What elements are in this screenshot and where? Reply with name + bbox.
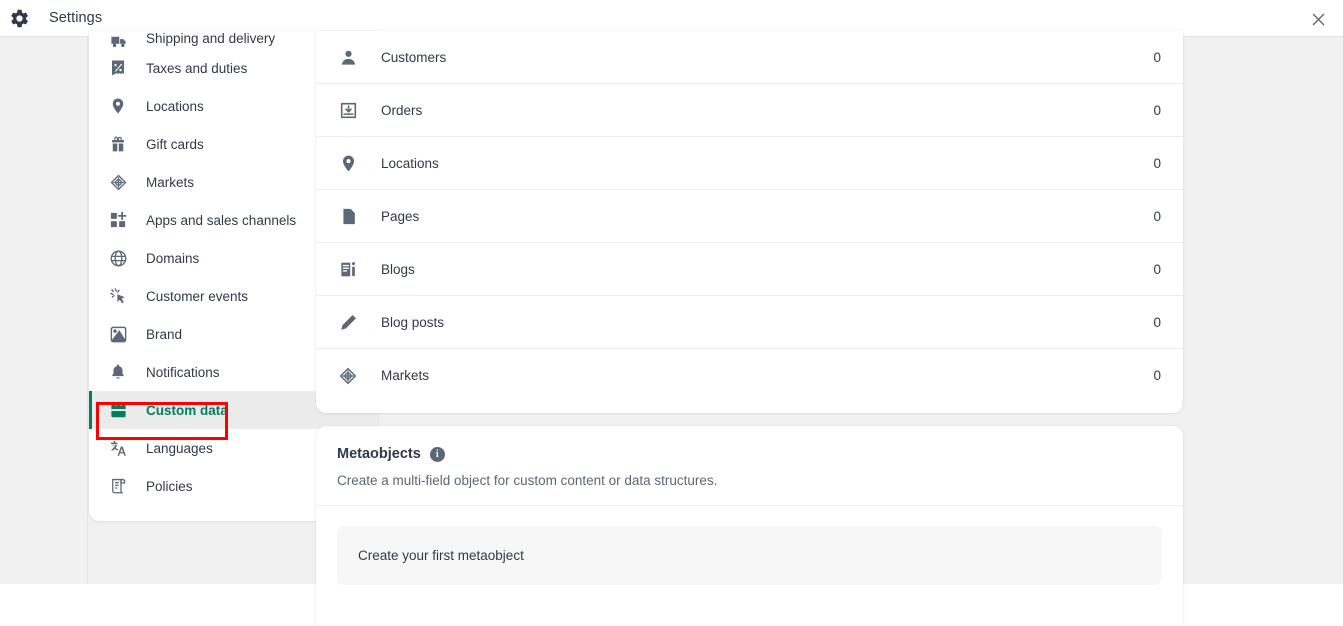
row-count: 0: [1153, 261, 1161, 277]
sidebar-item-label: Apps and sales channels: [146, 212, 297, 228]
close-icon[interactable]: [1303, 4, 1333, 34]
selected-accent-bar: [89, 391, 92, 429]
sidebar-item-label: Domains: [146, 250, 200, 266]
row-label: Pages: [381, 208, 420, 224]
sidebar-item-label: Gift cards: [146, 136, 204, 152]
metaobjects-body: Create your first metaobject: [316, 506, 1183, 585]
row-count: 0: [1153, 155, 1161, 171]
database-icon: [108, 400, 128, 420]
page-title: Metaobjects: [337, 446, 421, 462]
row-count: 0: [1153, 102, 1161, 118]
sidebar-item-label: Locations: [146, 98, 204, 114]
row-label: Blogs: [381, 261, 415, 277]
page-icon: [337, 205, 359, 227]
sidebar-item-label: Customer events: [146, 288, 249, 304]
location-pin-icon: [108, 96, 128, 116]
globe-icon: [108, 248, 128, 268]
bell-icon: [108, 362, 128, 382]
translate-icon: [108, 438, 128, 458]
sidebar-item-label: Shipping and delivery: [146, 31, 276, 46]
metaobjects-empty-state[interactable]: Create your first metaobject: [337, 526, 1162, 585]
order-inbox-icon: [337, 99, 359, 121]
sidebar-item-label: Languages: [146, 440, 213, 456]
metaobjects-card: Metaobjects i Create a multi-field objec…: [316, 426, 1183, 626]
row-count: 0: [1153, 49, 1161, 65]
metaobjects-header: Metaobjects i Create a multi-field objec…: [316, 426, 1183, 506]
apps-plus-icon: [108, 210, 128, 230]
sidebar-item-label: Notifications: [146, 364, 220, 380]
sidebar-item-label: Policies: [146, 478, 193, 494]
scroll-icon: [108, 476, 128, 496]
gear-icon: [8, 7, 30, 29]
truck-icon: [108, 31, 128, 49]
settings-page: Shipping and delivery Taxes and duties L…: [0, 31, 1343, 626]
row-count: 0: [1153, 368, 1161, 383]
gift-icon: [108, 134, 128, 154]
sidebar-item-label: Brand: [146, 326, 183, 342]
table-row[interactable]: Customers 0: [316, 31, 1183, 84]
table-row[interactable]: Markets 0: [316, 349, 1183, 402]
row-label: Customers: [381, 49, 447, 65]
info-icon[interactable]: i: [429, 446, 445, 462]
row-label: Blog posts: [381, 314, 445, 330]
cursor-click-icon: [108, 286, 128, 306]
table-row[interactable]: Orders 0: [316, 84, 1183, 137]
blog-icon: [337, 258, 359, 280]
location-pin-icon: [337, 152, 359, 174]
table-row[interactable]: Locations 0: [316, 137, 1183, 190]
row-count: 0: [1153, 208, 1161, 224]
window-title: Settings: [49, 10, 103, 26]
sidebar-item-label: Custom data: [146, 402, 228, 418]
person-icon: [337, 46, 359, 68]
sidebar-item-label: Markets: [146, 174, 195, 190]
left-gutter: [0, 37, 88, 584]
row-label: Orders: [381, 102, 423, 118]
table-row[interactable]: Pages 0: [316, 190, 1183, 243]
image-icon: [108, 324, 128, 344]
pencil-icon: [337, 311, 359, 333]
row-label: Markets: [381, 368, 430, 383]
sidebar-item-label: Taxes and duties: [146, 60, 248, 76]
percent-receipt-icon: [108, 58, 128, 78]
metafield-definitions-card: Customers 0 Orders 0 Locations 0 Pages 0…: [316, 31, 1183, 413]
globe-target-icon: [337, 365, 359, 387]
metaobjects-description: Create a multi-field object for custom c…: [337, 473, 718, 488]
globe-target-icon: [108, 172, 128, 192]
row-count: 0: [1153, 314, 1161, 330]
row-label: Locations: [381, 155, 439, 171]
table-row[interactable]: Blog posts 0: [316, 296, 1183, 349]
table-row[interactable]: Blogs 0: [316, 243, 1183, 296]
